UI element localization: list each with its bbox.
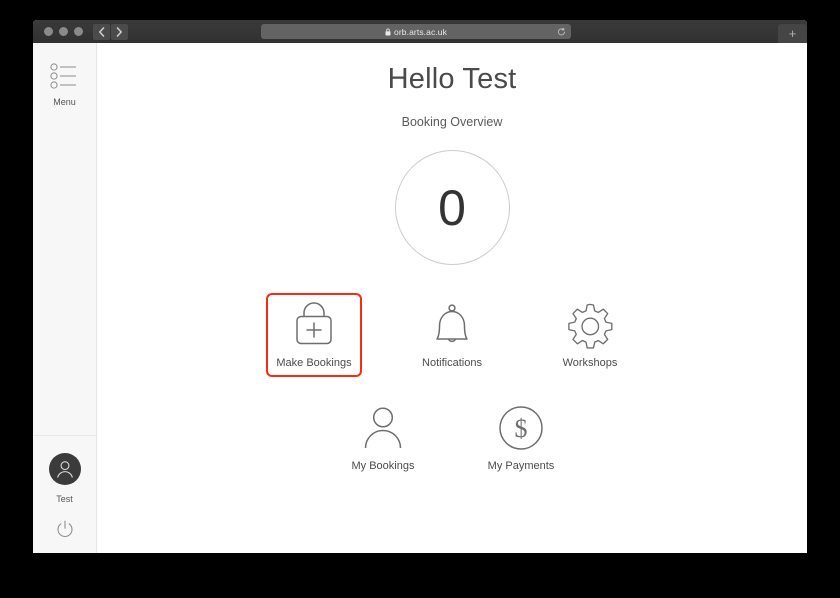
lock-icon [385,28,391,35]
address-bar-url: orb.arts.ac.uk [394,26,447,37]
page-subtitle: Booking Overview [401,115,503,129]
page-content: Menu Test Hello Test Booking Overview 0 … [33,43,807,553]
list-menu-icon [49,63,76,89]
browser-window: orb.arts.ac.uk + Menu Test Hello Test Bo… [33,20,807,553]
tile-label: Make Bookings [276,357,352,369]
person-icon [359,404,407,452]
forward-button[interactable] [111,23,128,40]
tile-label: My Payments [487,460,555,472]
booking-count-circle: 0 [394,150,510,265]
tile-label: Notifications [422,357,482,369]
tile-my-bookings[interactable]: My Bookings [335,396,431,480]
avatar[interactable] [48,453,81,485]
address-bar[interactable]: orb.arts.ac.uk [261,24,571,39]
minimize-window-button[interactable] [59,27,68,36]
sidebar-user-name: Test [56,494,73,504]
tile-my-payments[interactable]: $ My Payments [473,396,569,480]
tile-notifications[interactable]: Notifications [404,293,500,377]
tile-workshops[interactable]: Workshops [542,293,638,377]
chevron-left-icon [99,26,105,37]
address-bar-content: orb.arts.ac.uk [385,27,447,37]
sidebar-item-menu[interactable]: Menu [49,63,80,107]
gear-icon [565,301,615,349]
sidebar: Menu Test [33,43,97,553]
new-tab-label: + [788,26,797,41]
tile-row: My Bookings $ My Payments [335,396,569,480]
shopping-bag-plus-icon [288,301,340,349]
dollar-circle-icon: $ [497,404,545,452]
zoom-window-button[interactable] [74,27,83,36]
close-window-button[interactable] [44,27,53,36]
tile-make-bookings[interactable]: Make Bookings [266,293,362,377]
tile-label: My Bookings [351,460,415,472]
svg-text:$: $ [515,414,528,443]
sidebar-user-section: Test [33,435,96,553]
tile-grid: Make Bookings Notifications Workshops My… [252,293,652,480]
chevron-right-icon [116,26,122,37]
reload-icon[interactable] [557,27,566,36]
browser-titlebar: orb.arts.ac.uk + [33,20,807,43]
person-avatar-icon [56,461,73,478]
back-button[interactable] [93,23,110,40]
tile-label: Workshops [562,357,618,369]
power-icon[interactable] [55,519,75,539]
new-tab-button[interactable]: + [778,24,807,43]
sidebar-top-section: Menu [33,43,96,107]
booking-count-value: 0 [438,179,466,236]
sidebar-menu-label: Menu [53,97,76,107]
main-content: Hello Test Booking Overview 0 Make Booki… [97,43,807,553]
bell-icon [429,301,475,349]
page-title: Hello Test [387,63,517,95]
window-traffic-lights [44,27,83,36]
tile-row: Make Bookings Notifications Workshops [266,293,638,377]
navigation-buttons [93,23,128,40]
